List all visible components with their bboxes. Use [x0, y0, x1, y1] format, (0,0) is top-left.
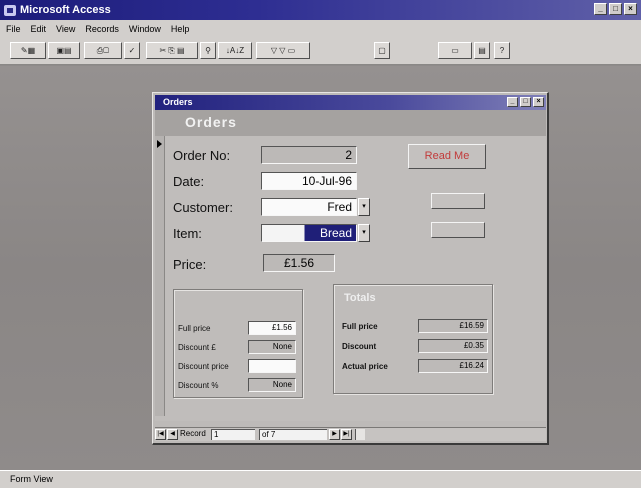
app-window-controls: _ □ ×	[594, 3, 637, 15]
cut-copy-paste-icon[interactable]: ✂ ⎘ ▤	[146, 42, 198, 59]
read-me-button[interactable]: Read Me	[408, 144, 486, 169]
app-close-button[interactable]: ×	[624, 3, 637, 15]
customer-label: Customer:	[173, 200, 233, 215]
item-label: Item:	[173, 226, 202, 241]
menu-records[interactable]: Records	[85, 24, 119, 34]
totals-full-price-field[interactable]: £16.59	[418, 319, 488, 333]
item-action-button[interactable]	[431, 222, 485, 238]
orders-form-window: Orders _ □ × Orders Order No: 2 Date: 10…	[152, 92, 549, 445]
record-count: of 7	[259, 429, 327, 440]
record-label: Record	[180, 429, 206, 438]
form-title-bar[interactable]: Orders _ □ ×	[155, 95, 546, 110]
record-selector[interactable]	[155, 136, 165, 416]
filter-icon[interactable]: ▽ ▽ ▭	[256, 42, 310, 59]
last-record-icon[interactable]: ▶|	[341, 429, 352, 440]
totals-group: Totals Full price £16.59 Discount £0.35 …	[333, 284, 493, 394]
help-icon[interactable]: ?	[494, 42, 510, 59]
discount-percent-field[interactable]: None	[248, 378, 296, 392]
menu-help[interactable]: Help	[171, 24, 190, 34]
discount-group: Full price £1.56 Discount £ None Discoun…	[173, 289, 303, 398]
price-field[interactable]: £1.56	[263, 254, 335, 272]
item-dropdown-icon[interactable]: ▾	[358, 224, 370, 242]
totals-actual-price-label: Actual price	[342, 362, 388, 371]
app-maximize-button[interactable]: □	[609, 3, 622, 15]
design-view-icon[interactable]: ✎▦	[10, 42, 46, 59]
form-header: Orders	[155, 110, 546, 136]
save-icon[interactable]: ▣▤	[48, 42, 80, 59]
discount-price-field[interactable]	[248, 359, 296, 373]
discount-pounds-label: Discount £	[178, 343, 216, 352]
spelling-icon[interactable]: ✓	[124, 42, 140, 59]
customer-combo[interactable]: Fred	[261, 198, 357, 216]
app-minimize-button[interactable]: _	[594, 3, 607, 15]
office-links-icon[interactable]: ▤	[474, 42, 490, 59]
order-no-field[interactable]: 2	[261, 146, 357, 164]
previous-record-icon[interactable]: ◀	[167, 429, 178, 440]
first-record-icon[interactable]: |◀	[155, 429, 166, 440]
form-heading: Orders	[185, 114, 237, 130]
new-record-icon[interactable]	[355, 429, 365, 440]
menu-view[interactable]: View	[56, 24, 75, 34]
menu-window[interactable]: Window	[129, 24, 161, 34]
item-combo[interactable]: Bread	[261, 224, 357, 242]
totals-actual-price-field[interactable]: £16.24	[418, 359, 488, 373]
sort-icon[interactable]: ↓A↓Z	[218, 42, 252, 59]
current-record-input[interactable]: 1	[211, 429, 255, 440]
totals-discount-field[interactable]: £0.35	[418, 339, 488, 353]
totals-discount-label: Discount	[342, 342, 377, 351]
record-navigation-bar: |◀ ◀ Record 1 of 7 ▶ ▶|	[155, 427, 546, 441]
app-title-bar: Microsoft Access _ □ ×	[0, 0, 641, 20]
form-window-controls: _ □ ×	[507, 97, 544, 107]
discount-percent-label: Discount %	[178, 381, 219, 390]
date-field[interactable]: 10-Jul-96	[261, 172, 357, 190]
full-price-label: Full price	[178, 324, 211, 333]
app-title: Microsoft Access	[20, 4, 111, 16]
menu-bar: File Edit View Records Window Help	[0, 20, 641, 37]
form-close-button[interactable]: ×	[533, 97, 544, 107]
menu-edit[interactable]: Edit	[31, 24, 47, 34]
full-price-field[interactable]: £1.56	[248, 321, 296, 335]
form-detail-section: Order No: 2 Date: 10-Jul-96 Customer: Fr…	[155, 136, 546, 421]
new-object-icon[interactable]: ▭	[438, 42, 472, 59]
form-maximize-button[interactable]: □	[520, 97, 531, 107]
menu-file[interactable]: File	[6, 24, 21, 34]
toolbar: ✎▦ ▣▤ ⎙▢ ✓ ✂ ⎘ ▤ ⚲ ↓A↓Z ▽ ▽ ▭ ▢ ▭ ▤ ?	[0, 37, 641, 65]
status-bar: Form View	[0, 470, 641, 488]
date-label: Date:	[173, 174, 205, 189]
totals-full-price-label: Full price	[342, 322, 378, 331]
form-window-title: Orders	[163, 97, 193, 107]
find-icon[interactable]: ⚲	[200, 42, 216, 59]
discount-price-label: Discount price	[178, 362, 229, 371]
database-window-icon[interactable]: ▢	[374, 42, 390, 59]
discount-pounds-field[interactable]: None	[248, 340, 296, 354]
customer-action-button[interactable]	[431, 193, 485, 209]
access-key-icon	[4, 4, 16, 16]
order-no-label: Order No:	[173, 148, 231, 163]
print-preview-icon[interactable]: ⎙▢	[84, 42, 122, 59]
form-minimize-button[interactable]: _	[507, 97, 518, 107]
totals-title: Totals	[344, 292, 376, 304]
status-text: Form View	[10, 474, 53, 484]
next-record-icon[interactable]: ▶	[329, 429, 340, 440]
customer-dropdown-icon[interactable]: ▾	[358, 198, 370, 216]
price-label: Price:	[173, 257, 207, 272]
